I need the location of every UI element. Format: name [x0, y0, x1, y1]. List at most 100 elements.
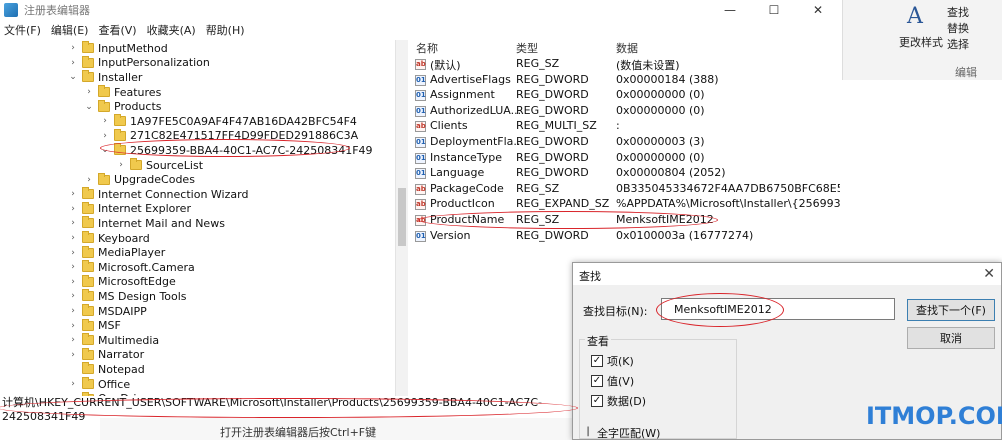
folder-icon [82, 333, 94, 346]
chevron-right-icon[interactable]: › [68, 189, 78, 199]
chevron-right-icon[interactable]: › [68, 350, 78, 360]
value-row[interactable]: ab Clients REG_MULTI_SZ: [410, 119, 840, 135]
menu-file[interactable]: 文件(F) [0, 22, 47, 38]
find-what-input[interactable]: MenksoftIME2012 [661, 298, 895, 320]
value-row[interactable]: 01 AdvertiseFlags REG_DWORD 0x00000184 (388… [410, 73, 840, 89]
close-button[interactable]: ✕ [796, 0, 840, 20]
tree-item[interactable]: › MediaPlayer [68, 245, 165, 260]
find-dialog-title-bar: 查找 ✕ [573, 263, 1001, 285]
change-styles-button[interactable]: 更改样式 [899, 34, 943, 50]
chevron-right-icon[interactable]: › [68, 233, 78, 243]
chevron-down-icon[interactable]: ⌄ [68, 72, 78, 82]
chevron-right-icon[interactable]: › [84, 87, 94, 97]
tree-item[interactable]: › SourceList [116, 158, 203, 173]
checkbox-keys[interactable]: ✓ [591, 355, 603, 367]
tree-item[interactable]: › Internet Connection Wizard [68, 187, 248, 202]
find-next-button[interactable]: 查找下一个(F) [907, 299, 995, 321]
value-row[interactable]: ab ProductIcon REG_EXPAND_SZ %APPDATA%\Micr… [410, 197, 840, 213]
tree-item[interactable]: › Internet Explorer [68, 201, 191, 217]
tree-item[interactable]: › InputMethod [68, 41, 168, 56]
chevron-right-icon[interactable]: › [68, 218, 78, 228]
chevron-right-icon[interactable]: › [68, 321, 78, 331]
tree-item[interactable]: › Keyboard [68, 231, 150, 246]
value-data: MenksoftIME2012 [616, 213, 714, 226]
value-row[interactable]: 01 Version REG_DWORD 0x0100003a (16777274) [410, 229, 840, 245]
chevron-right-icon[interactable]: › [68, 306, 78, 316]
tree-item-label: MSDAIPP [98, 304, 147, 318]
chevron-right-icon[interactable]: › [68, 262, 78, 272]
replace-ribbon-button[interactable]: 替换 [947, 20, 969, 36]
value-row[interactable]: 01 AuthorizedLUA... REG_DWORD 0x00000000 (0… [410, 104, 840, 120]
tree-item[interactable]: › 1A97FE5C0A9AF4F47AB16DA42BFC54F4 [100, 114, 357, 129]
tree-item[interactable]: › MSDAIPP [68, 304, 147, 319]
tree-item[interactable]: ⌄ Installer [68, 70, 142, 85]
option-whole-string[interactable]: | 全字匹配(W) [583, 425, 660, 440]
menu-help[interactable]: 帮助(H) [202, 22, 251, 38]
value-row[interactable]: ab (默认) REG_SZ (数值未设置) [410, 57, 840, 73]
column-header-name[interactable]: 名称 [416, 40, 438, 56]
value-row[interactable]: ab ProductName REG_SZ MenksoftIME2012 [410, 213, 840, 229]
column-header-type[interactable]: 类型 [516, 40, 538, 56]
minimize-button[interactable]: — [708, 0, 752, 20]
tree-item[interactable]: › Office [68, 377, 130, 392]
value-name: ProductIcon [430, 197, 495, 211]
tree-scrollbar[interactable] [396, 40, 408, 396]
tree-item[interactable]: › Narrator [68, 347, 144, 363]
tree-item[interactable]: ⌄ 25699359-BBA4-40C1-AC7C-242508341F49 [100, 143, 373, 158]
find-ribbon-button[interactable]: 查找 [947, 4, 969, 20]
chevron-right-icon[interactable]: › [68, 58, 78, 68]
tree-scrollbar-thumb[interactable] [398, 188, 406, 246]
menu-edit[interactable]: 编辑(E) [47, 22, 95, 38]
chevron-right-icon[interactable]: › [68, 291, 78, 301]
tree-item[interactable]: › Multimedia [68, 333, 159, 348]
column-header-data[interactable]: 数据 [616, 40, 638, 56]
cancel-button[interactable]: 取消 [907, 327, 995, 349]
tree-item[interactable]: › Microsoft.Camera [68, 260, 195, 275]
value-row[interactable]: 01 InstanceType REG_DWORD 0x00000000 (0) [410, 151, 840, 167]
tree-item[interactable]: › MSF [68, 318, 121, 333]
value-type: REG_EXPAND_SZ [516, 197, 610, 211]
chevron-right-icon[interactable]: › [68, 277, 78, 287]
tree-item[interactable]: Notepad [68, 362, 145, 377]
checkbox-whole-string[interactable]: | [583, 427, 593, 439]
menu-favorites[interactable]: 收藏夹(A) [143, 22, 202, 38]
value-row[interactable]: 01 DeploymentFla... REG_DWORD 0x00000003 (3… [410, 135, 840, 151]
option-keys[interactable]: ✓ 项(K) [591, 353, 634, 369]
value-name: Assignment [430, 88, 495, 102]
title-bar: 注册表编辑器 — ☐ ✕ [0, 0, 840, 20]
value-data: 0x00000000 (0) [616, 88, 705, 102]
chevron-right-icon[interactable]: › [68, 335, 78, 345]
checkbox-data[interactable]: ✓ [591, 395, 603, 407]
watermark-logo: ITMOP.COM [866, 402, 1002, 430]
chevron-right-icon[interactable]: › [68, 204, 78, 214]
chevron-right-icon[interactable]: › [68, 248, 78, 258]
chevron-right-icon[interactable]: › [68, 43, 78, 53]
find-dialog-close-icon[interactable]: ✕ [983, 266, 995, 282]
tree-item[interactable]: › 271C82E471517FF4D99FDED291886C3A [100, 128, 358, 144]
tree-item[interactable]: › InputPersonalization [68, 55, 210, 71]
maximize-button[interactable]: ☐ [752, 0, 796, 20]
tree-item[interactable]: › Features [84, 85, 161, 100]
option-data[interactable]: ✓ 数据(D) [591, 393, 646, 409]
tree-item[interactable]: › Internet Mail and News [68, 216, 225, 231]
chevron-right-icon[interactable]: › [100, 116, 110, 126]
chevron-down-icon[interactable]: ⌄ [84, 102, 94, 112]
value-row[interactable]: 01 Assignment REG_DWORD 0x00000000 (0) [410, 88, 840, 104]
tree-item[interactable]: ⌄ Products [84, 99, 162, 114]
checkbox-values[interactable]: ✓ [591, 375, 603, 387]
key-tree[interactable]: › InputMethod › InputPersonalization ⌄ Instal… [0, 40, 396, 396]
tree-item[interactable]: › UpgradeCodes [84, 172, 195, 187]
value-row[interactable]: 01 Language REG_DWORD 0x00000804 (2052) [410, 166, 840, 182]
chevron-right-icon[interactable]: › [84, 175, 94, 185]
tree-item[interactable]: › MS Design Tools [68, 289, 187, 304]
select-ribbon-button[interactable]: 选择 [947, 36, 969, 52]
chevron-right-icon[interactable]: › [116, 160, 126, 170]
tree-item-label: MediaPlayer [98, 246, 166, 260]
value-row[interactable]: ab PackageCode REG_SZ 0B335045334672F4AA7DB… [410, 182, 840, 198]
menu-view[interactable]: 查看(V) [94, 22, 142, 38]
tree-item[interactable]: › MicrosoftEdge [68, 274, 176, 290]
chevron-right-icon[interactable]: › [100, 131, 110, 141]
option-values[interactable]: ✓ 值(V) [591, 373, 634, 389]
chevron-down-icon[interactable]: ⌄ [100, 145, 110, 155]
chevron-right-icon[interactable]: › [68, 379, 78, 389]
